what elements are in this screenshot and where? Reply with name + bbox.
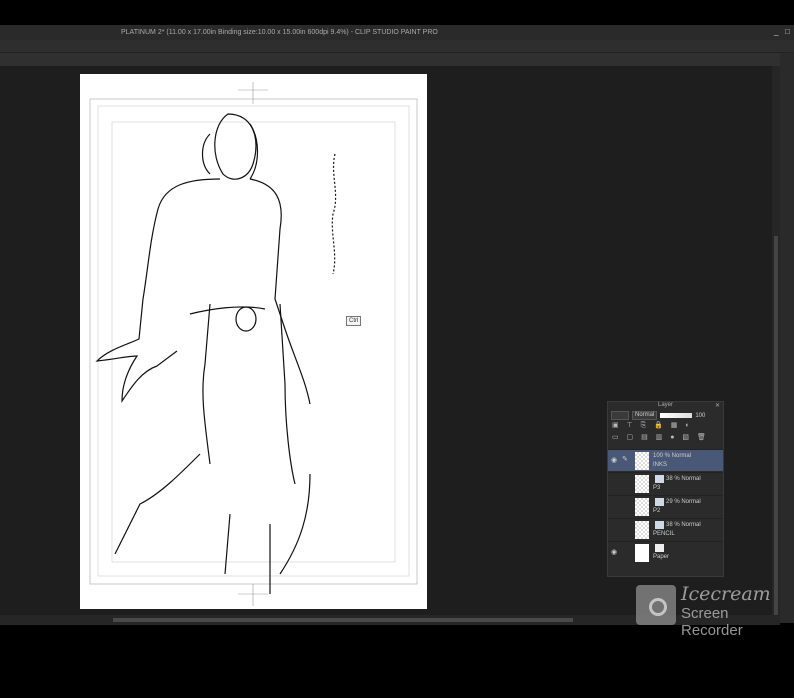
collapse-panel-strip[interactable] [780,53,794,623]
layer-thumbnail [635,452,649,470]
minimize-button[interactable]: _ [774,27,778,36]
layer-row-pencil[interactable]: 38 % Normal PENCIL [608,518,723,540]
layer-thumbnail [635,521,649,539]
layer-mode: 38 % Normal [666,476,701,482]
layer-color-select[interactable] [611,411,629,420]
scroll-thumb[interactable] [774,236,778,616]
watermark-line2: Screen Recorder [681,605,743,639]
close-icon[interactable]: ✕ [715,402,720,409]
watermark: Icecream Screen Recorder [636,583,794,639]
layer-mode: 100 % Normal [653,453,692,459]
layer-panel-header: Layer ✕ [608,402,723,410]
layer-name: P2 [653,508,661,514]
layer-mode: 38 % Normal [666,522,701,528]
raster-layer-icon [655,475,664,483]
layer-row-paper[interactable]: ◉ Paper [608,541,723,563]
camera-icon [636,585,676,625]
scroll-thumb[interactable] [113,618,573,622]
raster-layer-icon [655,521,664,529]
paper-layer-icon [655,544,664,552]
ctrl-tooltip: Ctrl [346,316,362,326]
opacity-value[interactable]: 100 [695,413,705,419]
menu-bar [0,40,794,53]
layer-thumbnail [635,498,649,516]
layer-panel: Layer ✕ Normal 100 ▣ ⊤ ⎘ 🔒 ▦ ◐ ▭ ▢ ▤ ▥ ●… [607,401,724,577]
layer-name: Paper [653,554,670,560]
eye-icon[interactable]: ◉ [611,456,617,464]
pencil-icon: ✎ [622,456,628,463]
raster-layer-icon [655,498,664,506]
layer-thumbnail [635,544,649,562]
layer-tools-row[interactable]: ▣ ⊤ ⎘ 🔒 ▦ ◐ [608,421,723,433]
layer-name: P3 [653,485,661,491]
layer-row-inks[interactable]: ◉ ✎ 100 % Normal INKS [608,449,723,471]
layer-actions-row[interactable]: ▭ ▢ ▤ ▥ ● ▧ 🗑 [608,433,723,445]
layer-name: INKS [653,462,668,468]
layer-panel-title: Layer [657,402,673,408]
layer-thumbnail [635,475,649,493]
canvas-page[interactable] [80,74,427,609]
layer-mode: 29 % Normal [666,499,701,505]
window-title: PLATINUM 2* (11.00 x 17.00in Binding siz… [121,29,438,36]
eye-icon[interactable]: ◉ [611,548,617,556]
blend-mode-select[interactable]: Normal [632,411,658,420]
maximize-button[interactable]: □ [785,27,790,36]
vertical-scrollbar[interactable] [772,66,780,616]
layer-row-p3[interactable]: 38 % Normal P3 [608,472,723,494]
toolbar [0,53,794,66]
line-art-drawing [89,82,418,606]
opacity-slider[interactable] [660,413,693,418]
watermark-line1: Icecream [681,583,771,605]
title-bar: PLATINUM 2* (11.00 x 17.00in Binding siz… [0,25,794,40]
layer-row-p2[interactable]: 29 % Normal P2 [608,495,723,517]
layer-name: PENCIL [653,531,675,537]
